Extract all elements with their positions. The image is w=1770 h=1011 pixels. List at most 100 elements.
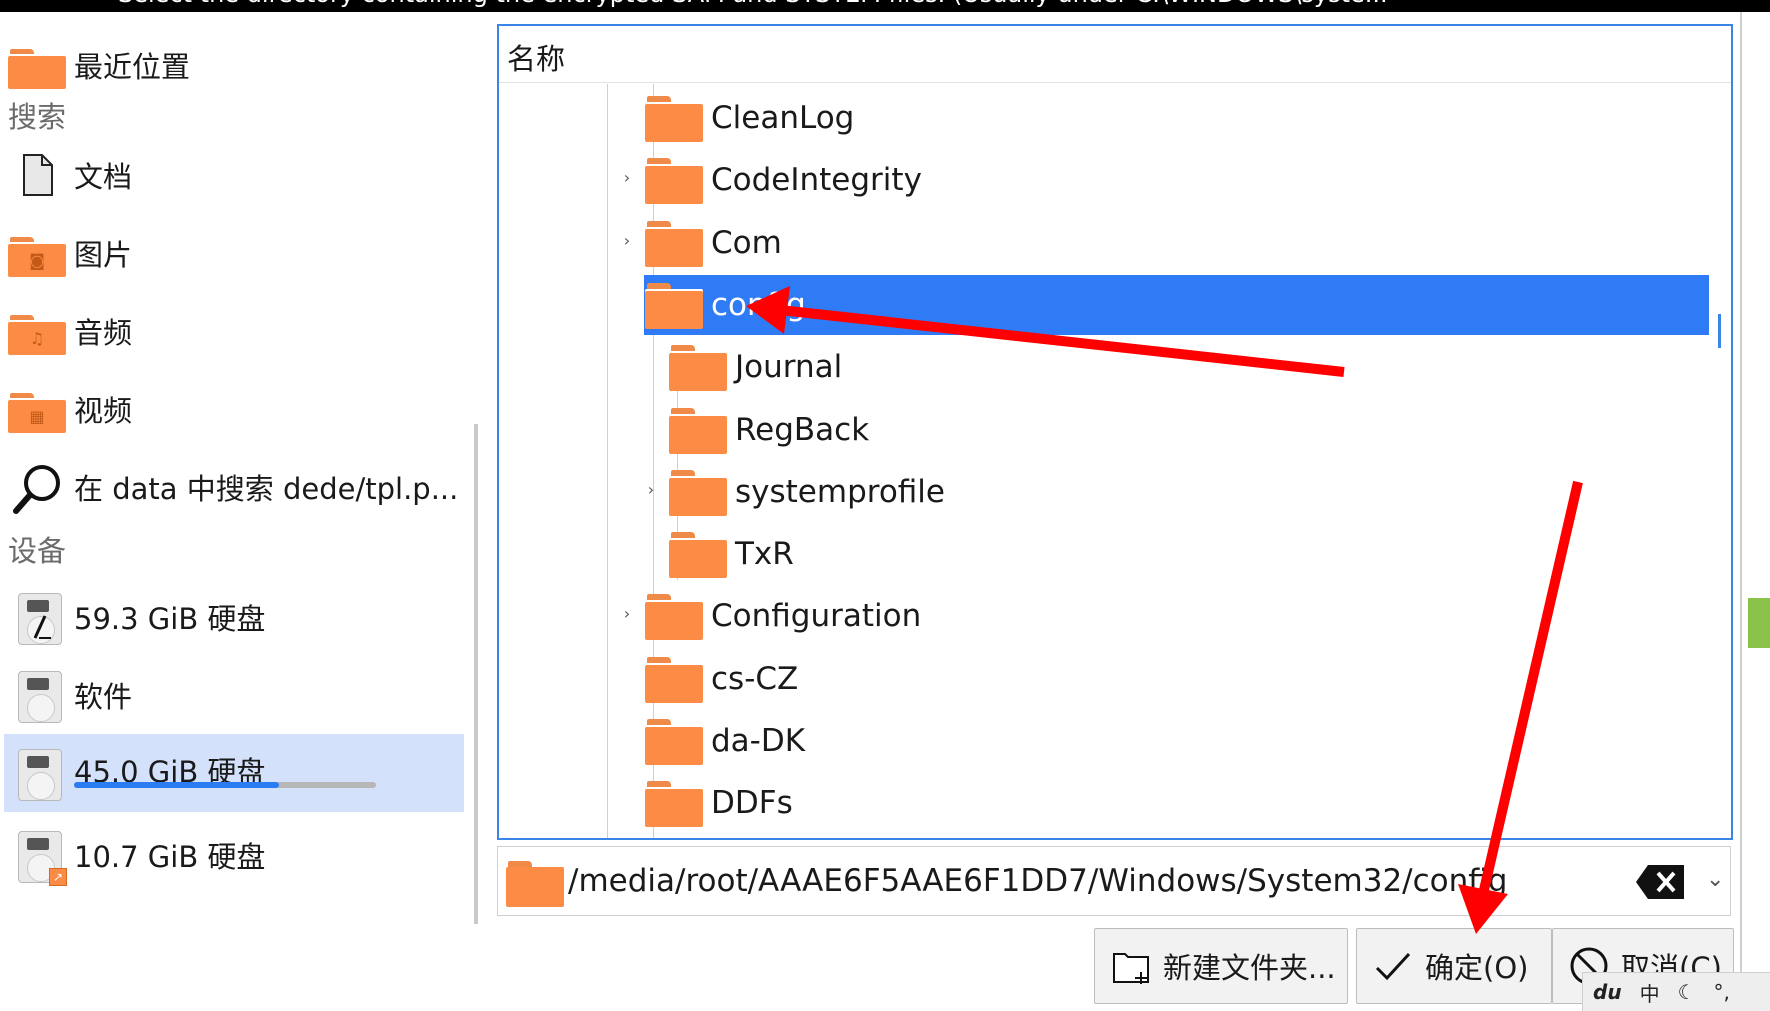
tree-row-name: CleanLog: [711, 100, 855, 136]
folder-icon: [645, 656, 703, 703]
sidebar-item-label: 10.7 GiB 硬盘: [74, 840, 266, 874]
chevron-right-icon[interactable]: ›: [619, 166, 635, 190]
tree-row-name: da-DK: [711, 723, 806, 759]
tree-row-name: systemprofile: [735, 473, 945, 510]
sidebar-item-pictures[interactable]: ◙ 图片: [4, 216, 464, 290]
chevron-down-icon[interactable]: ⌄: [1706, 867, 1724, 892]
sidebar-item-label: 音频: [74, 316, 133, 350]
chevron-right-icon[interactable]: ›: [619, 602, 635, 626]
location-bar[interactable]: /media/root/AAAE6F5AAE6F1DD7/Windows/Sys…: [497, 846, 1731, 916]
tree-row[interactable]: CleanLog: [499, 88, 1709, 148]
moon-icon[interactable]: ☾: [1678, 980, 1696, 1004]
chevron-right-icon[interactable]: ›: [643, 478, 659, 502]
tree-row[interactable]: › Configuration: [499, 586, 1709, 646]
disk-usage-fill: [74, 782, 280, 788]
sidebar-item-label: 最近位置: [74, 50, 191, 84]
sidebar-section-devices: 设备: [8, 534, 67, 568]
folder-icon: [645, 594, 703, 641]
folder-icon: [669, 345, 727, 392]
sidebar-item-documents[interactable]: 文档: [4, 138, 464, 212]
sidebar-item-videos[interactable]: ▦ 视频: [4, 372, 464, 446]
harddisk-icon: [8, 593, 66, 645]
column-header-label: 名称: [507, 42, 566, 76]
folder-icon: [506, 861, 564, 907]
video-folder-icon: ▦: [8, 385, 66, 433]
new-folder-icon: [1111, 946, 1151, 986]
sidebar-item-label: 文档: [74, 160, 133, 194]
tree-row[interactable]: RegBack: [499, 400, 1709, 460]
chevron-down-icon[interactable]: ⌄: [619, 291, 635, 315]
tree-row-name: Journal: [735, 349, 843, 386]
location-input[interactable]: /media/root/AAAE6F5AAE6F1DD7/Windows/Sys…: [568, 863, 1507, 899]
sidebar-item-saved-search[interactable]: 在 data 中搜索 dede/tpl.p...: [4, 450, 464, 524]
mount-badge-icon: ↗: [49, 868, 67, 886]
ime-language-toggle[interactable]: 中: [1640, 978, 1660, 1007]
tree-row[interactable]: › systemprofile: [499, 462, 1709, 522]
sidebar-item-disk-45gb[interactable]: 45.0 GiB 硬盘: [4, 734, 464, 812]
sidebar-scrollbar[interactable]: [474, 424, 478, 924]
folder-icon: [645, 220, 703, 267]
folder-icon: [669, 469, 727, 516]
folder-icon: [645, 158, 703, 205]
tree-row[interactable]: cs-CZ: [499, 649, 1709, 709]
sidebar-item-label: 59.3 GiB 硬盘: [74, 602, 266, 636]
sidebar-item-label: 软件: [74, 680, 133, 714]
new-folder-button[interactable]: 新建文件夹...: [1094, 928, 1348, 1004]
sidebar-item-label: 视频: [74, 394, 133, 428]
sidebar-item-label: 在 data 中搜索 dede/tpl.p...: [74, 472, 459, 506]
disk-usage-bar: [74, 782, 376, 788]
sidebar-item-recent[interactable]: 最近位置: [4, 28, 464, 102]
tree-row[interactable]: TxR: [499, 524, 1709, 584]
ok-button[interactable]: 确定(O): [1356, 928, 1552, 1004]
tree-row[interactable]: da-DK: [499, 711, 1709, 771]
music-folder-icon: ♫: [8, 307, 66, 355]
sidebar-item-music[interactable]: ♫ 音频: [4, 294, 464, 368]
chevron-right-icon[interactable]: ›: [619, 229, 635, 253]
folder-icon: [8, 41, 66, 89]
tree-row[interactable]: › Com: [499, 213, 1709, 273]
tree-row-name: Com: [711, 224, 782, 261]
new-folder-label: 新建文件夹...: [1163, 951, 1336, 985]
ok-label: 确定(O): [1425, 951, 1529, 985]
sidebar-section-search: 搜索: [8, 100, 67, 134]
document-icon: [8, 151, 66, 199]
clear-icon[interactable]: [1634, 863, 1686, 901]
places-sidebar: 最近位置 搜索 文档 ◙ 图片 ♫ 音频 ▦ 视频 在 data 中搜索 ded…: [0, 12, 478, 1011]
tree-row-name: cs-CZ: [711, 660, 799, 697]
tree-row[interactable]: DDFs: [499, 773, 1709, 833]
pictures-folder-icon: ◙: [8, 229, 66, 277]
sidebar-item-disk-10gb[interactable]: ↗ 10.7 GiB 硬盘: [4, 818, 464, 892]
tree-row[interactable]: › CodeIntegrity: [499, 150, 1709, 210]
folder-icon: [645, 719, 703, 765]
folder-icon: [669, 407, 727, 454]
sidebar-item-disk-59gb[interactable]: 59.3 GiB 硬盘: [4, 580, 464, 654]
harddisk-icon: [8, 749, 66, 801]
folder-tree-view[interactable]: 名称 CleanLog › CodeIntegrity › Com ⌄ config Jour…: [497, 24, 1733, 840]
folder-icon: [645, 282, 703, 329]
ime-logo-icon[interactable]: du: [1593, 980, 1622, 1004]
tree-row[interactable]: ⌄ config: [620, 274, 1709, 335]
search-icon: [8, 463, 66, 514]
tree-scrollbar[interactable]: [1718, 314, 1721, 348]
tree-row-name: config: [711, 286, 806, 323]
folder-icon: [645, 781, 703, 828]
background-green-block: [1748, 598, 1770, 648]
sidebar-item-software[interactable]: 软件: [4, 658, 464, 732]
background-window-edge: [1740, 12, 1770, 1011]
sidebar-item-label: 图片: [74, 238, 133, 272]
tree-row[interactable]: Journal: [499, 337, 1709, 397]
punctuation-icon[interactable]: °,: [1714, 980, 1730, 1004]
harddisk-icon: [8, 671, 66, 723]
tree-row-name: Configuration: [711, 598, 922, 635]
window-title-bar: Select the directory containing the encr…: [0, 0, 1770, 12]
tree-row-name: RegBack: [735, 411, 870, 448]
column-header-name[interactable]: 名称: [499, 26, 1731, 83]
ime-toolbar[interactable]: du 中 ☾ °,: [1582, 972, 1770, 1011]
checkmark-icon: [1373, 946, 1413, 986]
